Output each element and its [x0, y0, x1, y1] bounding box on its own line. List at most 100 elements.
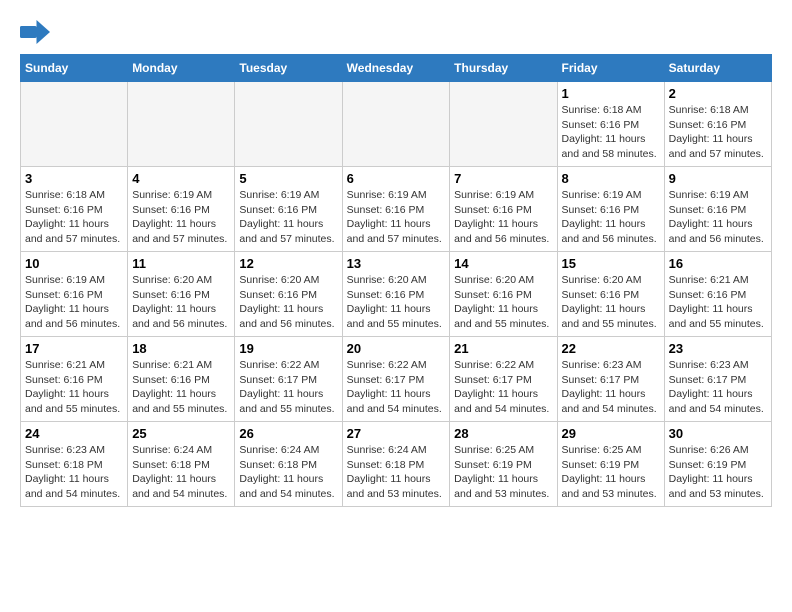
- header-sunday: Sunday: [21, 55, 128, 82]
- week-row-1: 1 Sunrise: 6:18 AMSunset: 6:16 PMDaylight…: [21, 82, 772, 167]
- calendar-cell: 5 Sunrise: 6:19 AMSunset: 6:16 PMDaylight…: [235, 167, 342, 252]
- day-number: 11: [132, 256, 230, 271]
- calendar-cell: [235, 82, 342, 167]
- day-number: 27: [347, 426, 446, 441]
- day-number: 30: [669, 426, 767, 441]
- calendar-cell: [128, 82, 235, 167]
- calendar-cell: 8 Sunrise: 6:19 AMSunset: 6:16 PMDaylight…: [557, 167, 664, 252]
- cell-content: Sunrise: 6:24 AMSunset: 6:18 PMDaylight:…: [347, 443, 446, 502]
- day-number: 10: [25, 256, 123, 271]
- day-number: 17: [25, 341, 123, 356]
- day-number: 13: [347, 256, 446, 271]
- cell-content: Sunrise: 6:21 AMSunset: 6:16 PMDaylight:…: [669, 273, 767, 332]
- calendar-cell: 19 Sunrise: 6:22 AMSunset: 6:17 PMDayligh…: [235, 337, 342, 422]
- cell-content: Sunrise: 6:20 AMSunset: 6:16 PMDaylight:…: [132, 273, 230, 332]
- cell-content: Sunrise: 6:23 AMSunset: 6:17 PMDaylight:…: [669, 358, 767, 417]
- day-number: 6: [347, 171, 446, 186]
- day-number: 24: [25, 426, 123, 441]
- cell-content: Sunrise: 6:22 AMSunset: 6:17 PMDaylight:…: [239, 358, 337, 417]
- calendar-cell: 26 Sunrise: 6:24 AMSunset: 6:18 PMDayligh…: [235, 422, 342, 507]
- day-number: 15: [562, 256, 660, 271]
- week-row-4: 17 Sunrise: 6:21 AMSunset: 6:16 PMDayligh…: [21, 337, 772, 422]
- week-row-2: 3 Sunrise: 6:18 AMSunset: 6:16 PMDaylight…: [21, 167, 772, 252]
- day-number: 28: [454, 426, 552, 441]
- logo-icon: [20, 20, 50, 44]
- cell-content: Sunrise: 6:18 AMSunset: 6:16 PMDaylight:…: [669, 103, 767, 162]
- calendar-cell: 9Sunrise: 6:19 AMSunset: 6:16 PMDaylight…: [664, 167, 771, 252]
- calendar-cell: 15 Sunrise: 6:20 AMSunset: 6:16 PMDayligh…: [557, 252, 664, 337]
- cell-content: Sunrise: 6:23 AMSunset: 6:18 PMDaylight:…: [25, 443, 123, 502]
- day-number: 25: [132, 426, 230, 441]
- day-number: 20: [347, 341, 446, 356]
- calendar-cell: 16 Sunrise: 6:21 AMSunset: 6:16 PMDayligh…: [664, 252, 771, 337]
- cell-content: Sunrise: 6:19 AMSunset: 6:16 PMDaylight:…: [25, 273, 123, 332]
- day-number: 7: [454, 171, 552, 186]
- day-number: 8: [562, 171, 660, 186]
- cell-content: Sunrise: 6:18 AMSunset: 6:16 PMDaylight:…: [25, 188, 123, 247]
- calendar-cell: 24 Sunrise: 6:23 AMSunset: 6:18 PMDayligh…: [21, 422, 128, 507]
- cell-content: Sunrise: 6:25 AMSunset: 6:19 PMDaylight:…: [454, 443, 552, 502]
- cell-content: Sunrise: 6:25 AMSunset: 6:19 PMDaylight:…: [562, 443, 660, 502]
- calendar-cell: 27 Sunrise: 6:24 AMSunset: 6:18 PMDayligh…: [342, 422, 450, 507]
- day-number: 22: [562, 341, 660, 356]
- header-tuesday: Tuesday: [235, 55, 342, 82]
- day-number: 26: [239, 426, 337, 441]
- cell-content: Sunrise: 6:20 AMSunset: 6:16 PMDaylight:…: [454, 273, 552, 332]
- header-saturday: Saturday: [664, 55, 771, 82]
- calendar-cell: 13 Sunrise: 6:20 AMSunset: 6:16 PMDayligh…: [342, 252, 450, 337]
- calendar-cell: 22 Sunrise: 6:23 AMSunset: 6:17 PMDayligh…: [557, 337, 664, 422]
- day-number: 14: [454, 256, 552, 271]
- calendar-cell: 21Sunrise: 6:22 AMSunset: 6:17 PMDayligh…: [450, 337, 557, 422]
- calendar-cell: 6 Sunrise: 6:19 AMSunset: 6:16 PMDaylight…: [342, 167, 450, 252]
- cell-content: Sunrise: 6:20 AMSunset: 6:16 PMDaylight:…: [347, 273, 446, 332]
- day-number: 5: [239, 171, 337, 186]
- day-number: 1: [562, 86, 660, 101]
- calendar-header-row: SundayMondayTuesdayWednesdayThursdayFrid…: [21, 55, 772, 82]
- calendar-cell: 30 Sunrise: 6:26 AMSunset: 6:19 PMDayligh…: [664, 422, 771, 507]
- header-wednesday: Wednesday: [342, 55, 450, 82]
- header-thursday: Thursday: [450, 55, 557, 82]
- week-row-3: 10 Sunrise: 6:19 AMSunset: 6:16 PMDayligh…: [21, 252, 772, 337]
- cell-content: Sunrise: 6:19 AMSunset: 6:16 PMDaylight:…: [132, 188, 230, 247]
- day-number: 21: [454, 341, 552, 356]
- calendar-cell: 10 Sunrise: 6:19 AMSunset: 6:16 PMDayligh…: [21, 252, 128, 337]
- calendar-cell: 2 Sunrise: 6:18 AMSunset: 6:16 PMDaylight…: [664, 82, 771, 167]
- day-number: 19: [239, 341, 337, 356]
- calendar-cell: 17 Sunrise: 6:21 AMSunset: 6:16 PMDayligh…: [21, 337, 128, 422]
- day-number: 2: [669, 86, 767, 101]
- calendar-cell: 25 Sunrise: 6:24 AMSunset: 6:18 PMDayligh…: [128, 422, 235, 507]
- calendar-cell: [21, 82, 128, 167]
- day-number: 12: [239, 256, 337, 271]
- calendar-cell: 28 Sunrise: 6:25 AMSunset: 6:19 PMDayligh…: [450, 422, 557, 507]
- day-number: 3: [25, 171, 123, 186]
- header-friday: Friday: [557, 55, 664, 82]
- cell-content: Sunrise: 6:23 AMSunset: 6:17 PMDaylight:…: [562, 358, 660, 417]
- cell-content: Sunrise: 6:24 AMSunset: 6:18 PMDaylight:…: [132, 443, 230, 502]
- calendar-cell: 4Sunrise: 6:19 AMSunset: 6:16 PMDaylight…: [128, 167, 235, 252]
- day-number: 18: [132, 341, 230, 356]
- cell-content: Sunrise: 6:20 AMSunset: 6:16 PMDaylight:…: [239, 273, 337, 332]
- header-monday: Monday: [128, 55, 235, 82]
- cell-content: Sunrise: 6:26 AMSunset: 6:19 PMDaylight:…: [669, 443, 767, 502]
- calendar-cell: [342, 82, 450, 167]
- cell-content: Sunrise: 6:19 AMSunset: 6:16 PMDaylight:…: [562, 188, 660, 247]
- cell-content: Sunrise: 6:19 AMSunset: 6:16 PMDaylight:…: [239, 188, 337, 247]
- cell-content: Sunrise: 6:19 AMSunset: 6:16 PMDaylight:…: [669, 188, 767, 247]
- cell-content: Sunrise: 6:19 AMSunset: 6:16 PMDaylight:…: [347, 188, 446, 247]
- cell-content: Sunrise: 6:22 AMSunset: 6:17 PMDaylight:…: [347, 358, 446, 417]
- cell-content: Sunrise: 6:21 AMSunset: 6:16 PMDaylight:…: [132, 358, 230, 417]
- cell-content: Sunrise: 6:24 AMSunset: 6:18 PMDaylight:…: [239, 443, 337, 502]
- calendar-cell: 20 Sunrise: 6:22 AMSunset: 6:17 PMDayligh…: [342, 337, 450, 422]
- calendar-cell: 29 Sunrise: 6:25 AMSunset: 6:19 PMDayligh…: [557, 422, 664, 507]
- calendar-cell: 12 Sunrise: 6:20 AMSunset: 6:16 PMDayligh…: [235, 252, 342, 337]
- cell-content: Sunrise: 6:21 AMSunset: 6:16 PMDaylight:…: [25, 358, 123, 417]
- cell-content: Sunrise: 6:18 AMSunset: 6:16 PMDaylight:…: [562, 103, 660, 162]
- calendar-cell: 23Sunrise: 6:23 AMSunset: 6:17 PMDayligh…: [664, 337, 771, 422]
- logo: [20, 20, 54, 44]
- day-number: 16: [669, 256, 767, 271]
- cell-content: Sunrise: 6:20 AMSunset: 6:16 PMDaylight:…: [562, 273, 660, 332]
- calendar-cell: 14 Sunrise: 6:20 AMSunset: 6:16 PMDayligh…: [450, 252, 557, 337]
- calendar-cell: 18 Sunrise: 6:21 AMSunset: 6:16 PMDayligh…: [128, 337, 235, 422]
- day-number: 29: [562, 426, 660, 441]
- calendar-cell: 11 Sunrise: 6:20 AMSunset: 6:16 PMDayligh…: [128, 252, 235, 337]
